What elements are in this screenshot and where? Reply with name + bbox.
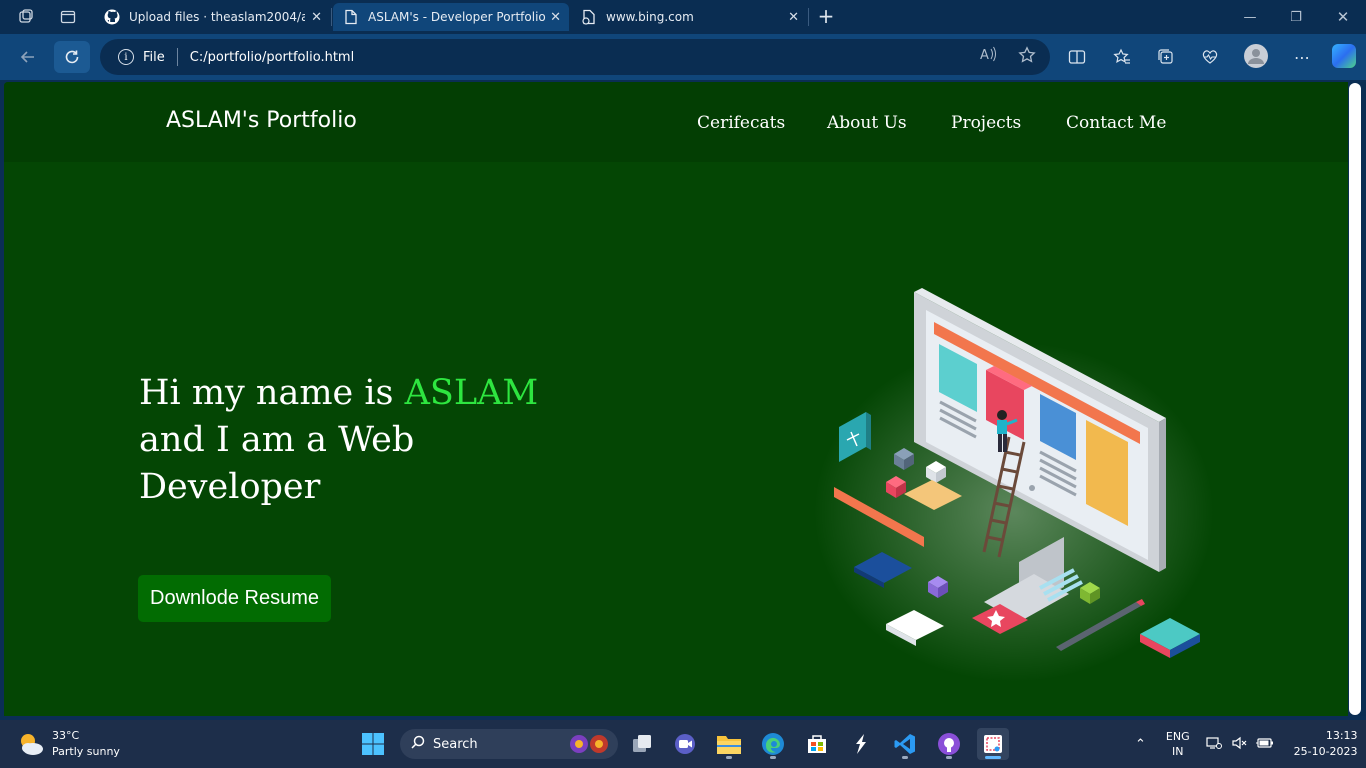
tab-portfolio[interactable]: ASLAM's - Developer Portfolio ✕ xyxy=(333,3,569,31)
clock[interactable]: 13:13 25-10-2023 xyxy=(1294,728,1358,760)
collections-icon[interactable] xyxy=(1154,45,1178,69)
region-label: IN xyxy=(1172,745,1184,758)
windows-taskbar: 33°C Partly sunny Search ⌃ ENG IN 13:13 … xyxy=(0,720,1366,768)
start-button[interactable] xyxy=(357,728,389,760)
snipping-tool-icon[interactable] xyxy=(977,728,1009,760)
url-text[interactable]: C:/portfolio/portfolio.html xyxy=(190,50,354,65)
site-brand[interactable]: ASLAM's Portfolio xyxy=(166,108,357,133)
github-icon xyxy=(104,9,120,25)
tab-title: ASLAM's - Developer Portfolio xyxy=(368,10,546,24)
browser-essentials-icon[interactable] xyxy=(1198,45,1222,69)
github-desktop-icon[interactable] xyxy=(933,728,965,760)
site-header: ASLAM's Portfolio Cerifecats About Us Pr… xyxy=(4,82,1348,162)
page-scrollbar-thumb[interactable] xyxy=(1349,83,1361,715)
close-tab-icon[interactable]: ✕ xyxy=(550,10,561,25)
clock-time: 13:13 xyxy=(1325,729,1358,742)
refresh-button[interactable] xyxy=(54,41,90,73)
taskbar-search[interactable]: Search xyxy=(400,729,618,759)
tab-github-upload[interactable]: Upload files · theaslam2004/aslam ✕ xyxy=(94,3,330,31)
back-button[interactable] xyxy=(10,41,46,73)
partly-sunny-icon xyxy=(16,729,46,759)
nav-link-projects[interactable]: Projects xyxy=(951,113,1021,133)
download-resume-button[interactable]: Downlode Resume xyxy=(138,575,331,622)
teams-meet-icon[interactable] xyxy=(669,728,701,760)
weather-temp: 33°C xyxy=(52,729,80,742)
copilot-icon[interactable] xyxy=(1332,44,1356,68)
language-indicator[interactable]: ENG IN xyxy=(1166,729,1190,759)
clock-date: 25-10-2023 xyxy=(1293,745,1358,758)
read-aloud-icon[interactable]: A xyxy=(980,46,998,68)
address-bar[interactable]: i File C:/portfolio/portfolio.html A xyxy=(100,39,1050,75)
network-icon[interactable] xyxy=(1206,735,1222,754)
hero-name: ASLAM xyxy=(404,373,539,413)
favorite-star-icon[interactable] xyxy=(1018,46,1036,68)
volume-muted-icon[interactable] xyxy=(1231,735,1247,754)
nav-link-about[interactable]: About Us xyxy=(827,113,907,133)
web-developer-illustration xyxy=(814,288,1214,682)
profile-avatar-icon[interactable] xyxy=(1244,44,1268,68)
hero-intro: Hi my name is xyxy=(139,373,405,413)
bing-icon xyxy=(581,9,597,25)
more-options-icon[interactable]: ⋯ xyxy=(1290,45,1314,69)
hero-heading: Hi my name is ASLAM and I am a Web Devel… xyxy=(139,370,569,511)
hero-rest: and I am a Web Developer xyxy=(139,420,415,507)
search-icon xyxy=(411,735,425,753)
favorites-icon[interactable] xyxy=(1110,45,1134,69)
page-icon xyxy=(343,9,359,25)
web-page: ASLAM's Portfolio Cerifecats About Us Pr… xyxy=(4,82,1348,716)
workspaces-icon[interactable] xyxy=(15,6,37,28)
microsoft-store-icon[interactable] xyxy=(801,728,833,760)
minimize-icon[interactable]: — xyxy=(1227,0,1273,34)
new-tab-button[interactable]: + xyxy=(815,4,837,28)
system-tray: ⌃ ENG IN 13:13 25-10-2023 xyxy=(1135,720,1358,768)
vscode-icon[interactable] xyxy=(889,728,921,760)
tab-title: Upload files · theaslam2004/aslam xyxy=(129,10,305,24)
nav-link-certificates[interactable]: Cerifecats xyxy=(697,113,785,133)
chevron-up-icon[interactable]: ⌃ xyxy=(1135,737,1146,752)
info-icon[interactable]: i xyxy=(118,49,134,65)
app-lightning-icon[interactable] xyxy=(845,728,877,760)
close-tab-icon[interactable]: ✕ xyxy=(311,10,322,25)
weather-widget[interactable]: 33°C Partly sunny xyxy=(16,728,120,760)
task-view-icon[interactable] xyxy=(626,728,658,760)
edge-browser-icon[interactable] xyxy=(757,728,789,760)
battery-icon[interactable] xyxy=(1255,735,1274,754)
close-tab-icon[interactable]: ✕ xyxy=(788,10,799,25)
lang-label: ENG xyxy=(1165,730,1190,743)
tab-bing[interactable]: www.bing.com ✕ xyxy=(571,3,807,31)
file-explorer-icon[interactable] xyxy=(713,728,745,760)
browser-toolbar: i File C:/portfolio/portfolio.html A ⋯ xyxy=(0,34,1366,80)
search-label: Search xyxy=(433,736,478,752)
search-highlight-icon xyxy=(568,733,612,759)
vertical-tabs-icon[interactable] xyxy=(57,6,79,28)
split-screen-icon[interactable] xyxy=(1065,45,1089,69)
weather-desc: Partly sunny xyxy=(52,745,120,758)
restore-icon[interactable]: ❐ xyxy=(1273,0,1319,34)
close-window-icon[interactable]: ✕ xyxy=(1320,0,1366,34)
tab-title: www.bing.com xyxy=(606,10,694,24)
nav-link-contact[interactable]: Contact Me xyxy=(1066,113,1166,133)
svg-text:A: A xyxy=(980,48,989,62)
site-info-label[interactable]: File xyxy=(143,50,165,65)
browser-tab-strip: Upload files · theaslam2004/aslam ✕ ASLA… xyxy=(0,0,1366,34)
